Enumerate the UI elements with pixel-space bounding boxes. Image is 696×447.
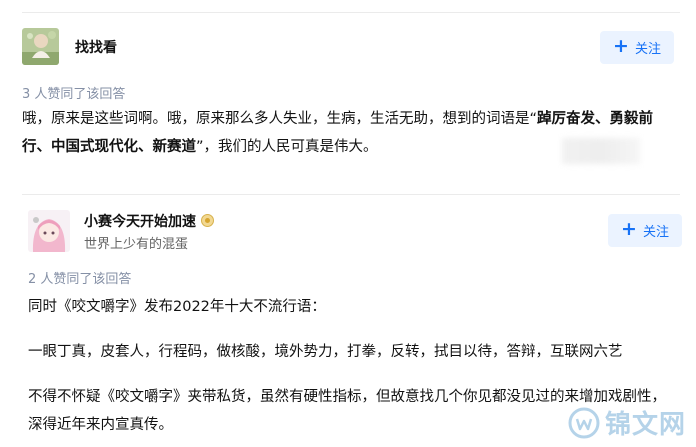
blurred-region [562,138,640,164]
vote-count: 2 人赞同了该回答 [28,272,132,287]
plus-icon: + [621,218,637,240]
answer-text-part: 哦，原来是这些词啊。哦，原来那么多人失业，生病，生活无助，想到的词语是“ [22,111,538,127]
vote-count: 3 人赞同了该回答 [22,87,126,102]
avatar[interactable] [22,28,59,65]
answer-text-part: ”，我们的人民可真是伟大。 [196,139,378,155]
divider-top [22,12,680,13]
follow-label: 关注 [634,42,661,57]
follow-button[interactable]: + 关注 [600,31,674,64]
follow-label: 关注 [642,225,669,240]
plus-icon: + [613,35,629,57]
watermark: 锦文网 [567,404,686,441]
divider-middle [22,194,680,195]
watermark-logo-icon [568,407,600,438]
author-name[interactable]: 找找看 [75,37,117,57]
avatar[interactable] [28,210,70,252]
badge-icon [201,214,214,227]
follow-button[interactable]: + 关注 [608,214,682,247]
answer-paragraph-1: 同时《咬文嚼字》发布2022年十大不流行语： [28,299,326,315]
author-name[interactable]: 小赛今天开始加速 [84,211,214,231]
watermark-text: 锦文网 [604,410,686,440]
author-name-text: 小赛今天开始加速 [84,214,196,230]
answer-paragraph-2: 一眼丁真，皮套人，行程码，做核酸，境外势力，打拳，反转，拭目以待，答辩，互联网六… [28,344,623,360]
author-bio: 世界上少有的混蛋 [84,237,189,252]
